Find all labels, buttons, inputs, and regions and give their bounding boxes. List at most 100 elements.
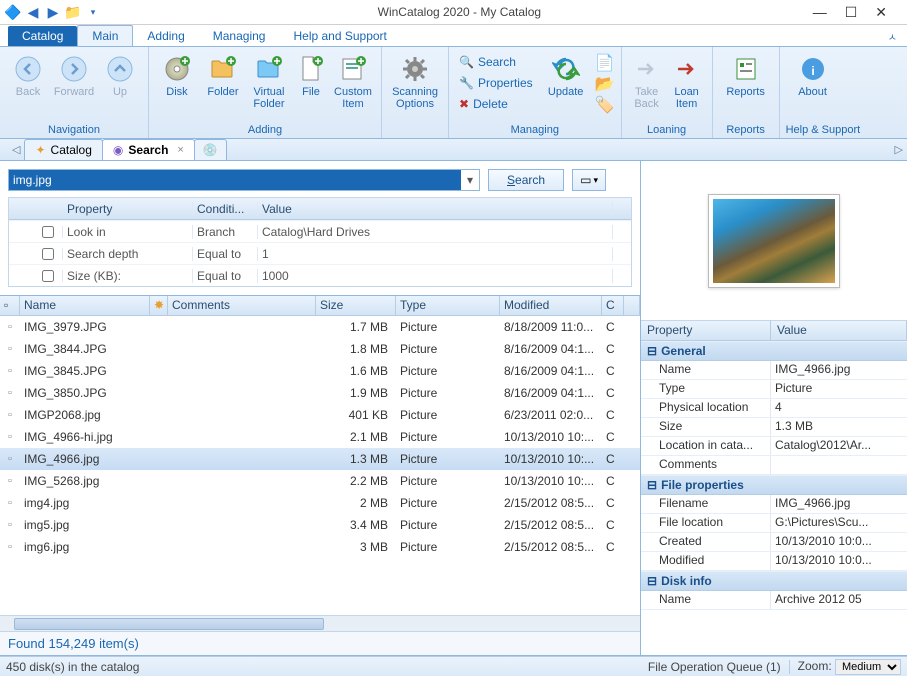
footer-queue[interactable]: File Operation Queue (1) — [648, 660, 781, 674]
loan-item-button[interactable]: Loan Item — [668, 49, 706, 110]
property-row[interactable]: Created10/13/2010 10:0... — [641, 533, 907, 552]
file-type-icon: ▫ — [0, 343, 20, 355]
nav-forward-button[interactable]: Forward — [52, 49, 96, 98]
nav-up-button[interactable]: Up — [98, 49, 142, 98]
add-folder-button[interactable]: Folder — [201, 49, 245, 98]
property-row[interactable]: NameIMG_4966.jpg — [641, 361, 907, 380]
collapse-icon: ⊟ — [647, 574, 657, 588]
reports-button[interactable]: Reports — [719, 49, 773, 98]
props-section-fileprops[interactable]: ⊟File properties — [641, 475, 907, 495]
results-col-modified[interactable]: Modified — [500, 296, 602, 315]
managing-extra1-icon[interactable]: 📄 — [595, 53, 615, 73]
tabs-scroll-right-icon[interactable]: ▷ — [891, 143, 907, 156]
property-row[interactable]: TypePicture — [641, 380, 907, 399]
props-col-value[interactable]: Value — [771, 321, 907, 340]
group-navigation-label: Navigation — [6, 123, 142, 138]
add-disk-button[interactable]: Disk — [155, 49, 199, 98]
tabs-scroll-left-icon[interactable]: ◁ — [8, 143, 24, 156]
zoom-select[interactable]: Medium — [835, 659, 901, 675]
view-options-button[interactable]: ▭▾ — [572, 169, 606, 191]
props-col-property[interactable]: Property — [641, 321, 771, 340]
managing-extra3-icon[interactable]: 🏷️ — [595, 95, 615, 115]
add-file-button[interactable]: File — [293, 49, 329, 98]
criteria-checkbox[interactable] — [42, 248, 54, 260]
table-row[interactable]: ▫IMG_4966-hi.jpg2.1 MBPicture10/13/2010 … — [0, 426, 640, 448]
table-row[interactable]: ▫img5.jpg3.4 MBPicture2/15/2012 08:5...C — [0, 514, 640, 536]
tab-help[interactable]: Help and Support — [279, 26, 400, 46]
property-row[interactable]: FilenameIMG_4966.jpg — [641, 495, 907, 514]
tab-managing[interactable]: Managing — [199, 26, 280, 46]
doctab-search[interactable]: ◉Search× — [102, 139, 195, 160]
search-input[interactable] — [9, 170, 461, 190]
tab-adding[interactable]: Adding — [133, 26, 198, 46]
add-custom-item-button[interactable]: Custom Item — [331, 49, 375, 110]
managing-delete-button[interactable]: ✖Delete — [455, 94, 537, 114]
table-row[interactable]: ▫img4.jpg2 MBPicture2/15/2012 08:5...C — [0, 492, 640, 514]
property-row[interactable]: Comments — [641, 456, 907, 475]
add-virtual-folder-button[interactable]: Virtual Folder — [247, 49, 291, 110]
property-row[interactable]: Physical location4 — [641, 399, 907, 418]
managing-properties-button[interactable]: 🔧Properties — [455, 73, 537, 93]
results-body[interactable]: ▫IMG_3979.JPG1.7 MBPicture8/18/2009 11:0… — [0, 316, 640, 615]
ribbon-collapse-icon[interactable]: ㅅ — [878, 27, 907, 46]
table-row[interactable]: ▫IMG_3850.JPG1.9 MBPicture8/16/2009 04:1… — [0, 382, 640, 404]
update-button[interactable]: Update — [539, 49, 593, 98]
tab-close-icon[interactable]: × — [177, 144, 183, 156]
managing-search-button[interactable]: 🔍Search — [455, 52, 537, 72]
minimize-button[interactable]: — — [813, 4, 827, 21]
criteria-row[interactable]: Search depthEqual to1 — [9, 242, 631, 264]
qat-forward-icon[interactable]: ▶ — [44, 3, 62, 21]
table-row[interactable]: ▫IMG_3844.JPG1.8 MBPicture8/16/2009 04:1… — [0, 338, 640, 360]
table-row[interactable]: ▫IMG_4966.jpg1.3 MBPicture10/13/2010 10:… — [0, 448, 640, 470]
doctab-extra[interactable]: 💿 — [194, 139, 227, 160]
props-section-general[interactable]: ⊟General — [641, 341, 907, 361]
results-col-comments[interactable]: Comments — [168, 296, 316, 315]
qat-folder-icon[interactable]: 📁 — [64, 3, 82, 21]
results-col-icon[interactable]: ▫ — [0, 296, 20, 315]
results-hscroll[interactable] — [0, 615, 640, 631]
table-row[interactable]: ▫IMG_5268.jpg2.2 MBPicture10/13/2010 10:… — [0, 470, 640, 492]
scanning-options-button[interactable]: Scanning Options — [388, 49, 442, 110]
folder-icon — [207, 53, 239, 85]
file-type-icon: ▫ — [0, 387, 20, 399]
maximize-button[interactable]: ☐ — [845, 4, 858, 21]
about-button[interactable]: iAbout — [786, 49, 840, 98]
table-row[interactable]: ▫img6.jpg3 MBPicture2/15/2012 08:5...C — [0, 536, 640, 558]
qat-dropdown-icon[interactable]: ▾ — [84, 3, 102, 21]
results-col-c[interactable]: C — [602, 296, 624, 315]
property-row[interactable]: Modified10/13/2010 10:0... — [641, 552, 907, 571]
search-dropdown-icon[interactable]: ▾ — [461, 170, 479, 190]
props-section-diskinfo[interactable]: ⊟Disk info — [641, 571, 907, 591]
tab-catalog[interactable]: Catalog — [8, 26, 77, 46]
qat-back-icon[interactable]: ◀ — [24, 3, 42, 21]
table-row[interactable]: ▫IMGP2068.jpg401 KBPicture6/23/2011 02:0… — [0, 404, 640, 426]
criteria-col-value[interactable]: Value — [258, 202, 613, 216]
reports-icon — [730, 53, 762, 85]
close-button[interactable]: ✕ — [875, 4, 887, 21]
criteria-row[interactable]: Look inBranchCatalog\Hard Drives — [9, 220, 631, 242]
criteria-row[interactable]: Size (KB):Equal to1000 — [9, 264, 631, 286]
disk-small-icon: 💿 — [203, 143, 218, 157]
property-row[interactable]: File locationG:\Pictures\Scu... — [641, 514, 907, 533]
take-back-button[interactable]: Take Back — [628, 49, 666, 110]
results-col-star[interactable]: ✸ — [150, 296, 168, 315]
managing-extra2-icon[interactable]: 📂 — [595, 74, 615, 94]
criteria-checkbox[interactable] — [42, 270, 54, 282]
property-row[interactable]: Location in cata...Catalog\2012\Ar... — [641, 437, 907, 456]
criteria-col-property[interactable]: Property — [63, 202, 193, 216]
results-col-name[interactable]: Name — [20, 296, 150, 315]
search-button[interactable]: Search — [488, 169, 564, 191]
file-type-icon: ▫ — [0, 453, 20, 465]
tab-main[interactable]: Main — [77, 25, 133, 46]
criteria-checkbox[interactable] — [42, 226, 54, 238]
property-row[interactable]: NameArchive 2012 05 — [641, 591, 907, 610]
table-row[interactable]: ▫IMG_3979.JPG1.7 MBPicture8/18/2009 11:0… — [0, 316, 640, 338]
footer-disks: 450 disk(s) in the catalog — [6, 660, 139, 674]
results-col-size[interactable]: Size — [316, 296, 396, 315]
nav-back-button[interactable]: Back — [6, 49, 50, 98]
criteria-col-condition[interactable]: Conditi... — [193, 202, 258, 216]
table-row[interactable]: ▫IMG_3845.JPG1.6 MBPicture8/16/2009 04:1… — [0, 360, 640, 382]
results-col-type[interactable]: Type — [396, 296, 500, 315]
doctab-catalog[interactable]: ✦Catalog — [24, 139, 102, 160]
property-row[interactable]: Size1.3 MB — [641, 418, 907, 437]
